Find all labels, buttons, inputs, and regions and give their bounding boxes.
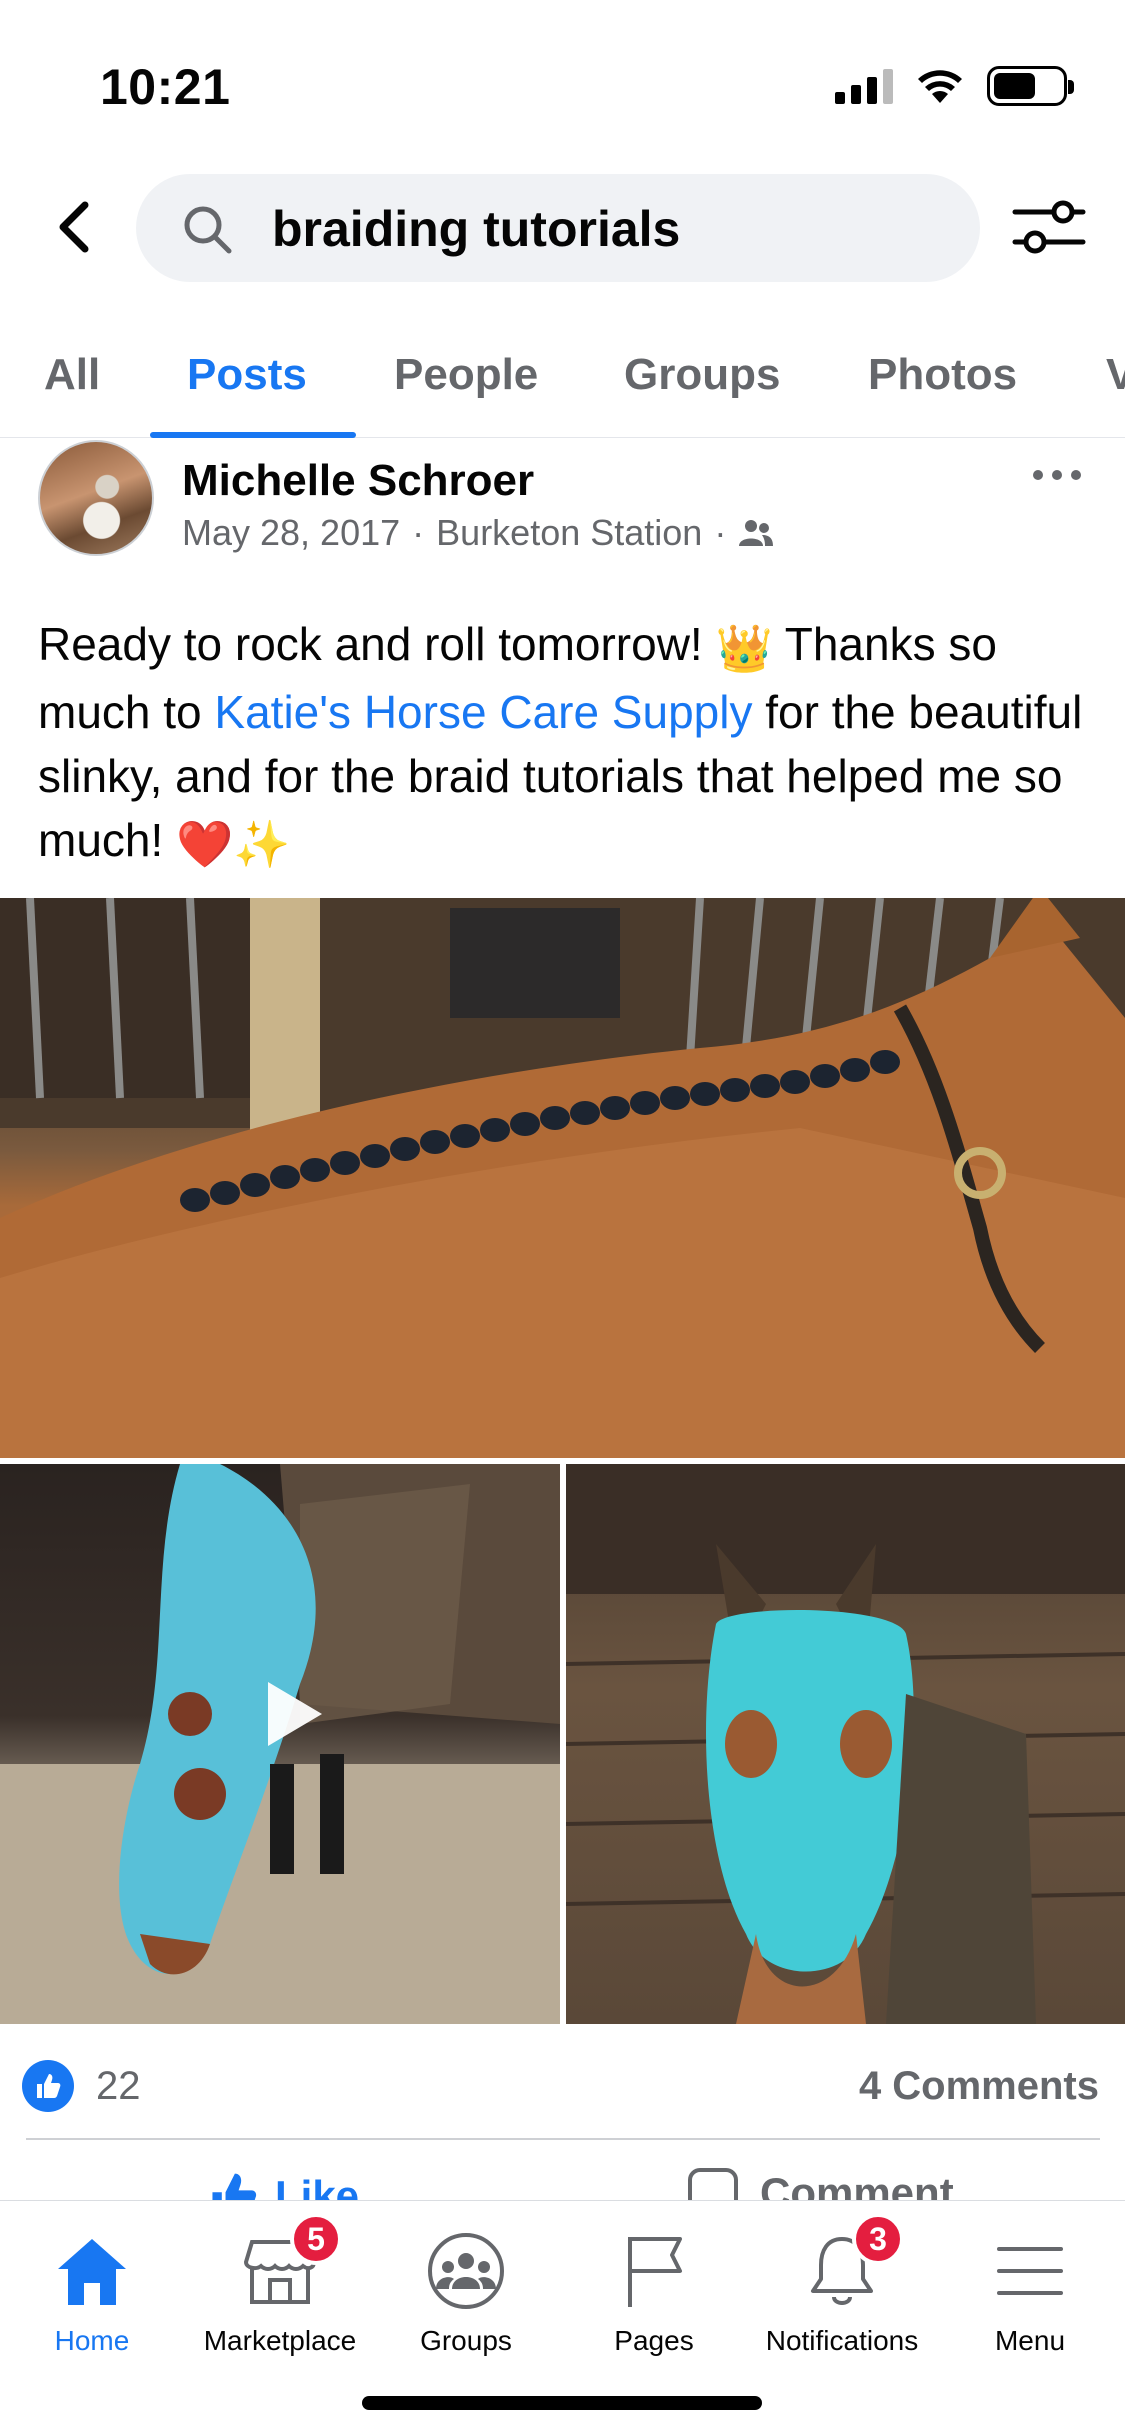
- tab-photos[interactable]: Photos: [868, 350, 1017, 400]
- like-count[interactable]: 22: [96, 2064, 141, 2109]
- nav-marketplace[interactable]: 5 Marketplace: [186, 2213, 374, 2381]
- nav-marketplace-label: Marketplace: [203, 2325, 357, 2356]
- nav-pages[interactable]: Pages: [560, 2231, 748, 2381]
- marketplace-icon: 5: [240, 2213, 342, 2311]
- divider: [26, 2138, 1100, 2140]
- like-reaction-icon: [22, 2060, 74, 2112]
- search-input[interactable]: braiding tutorials: [136, 174, 980, 282]
- reactions-row: 22 4 Comments: [0, 2040, 1125, 2130]
- filter-button[interactable]: [1009, 192, 1089, 262]
- braided-horse-illustration: [0, 898, 1125, 1458]
- thumbs-up-icon: [37, 2074, 61, 2098]
- crown-emoji: 👑: [715, 621, 773, 674]
- wifi-icon: [918, 70, 962, 103]
- more-options-button[interactable]: [1027, 460, 1087, 490]
- status-bar: 10:21: [0, 0, 1125, 150]
- search-icon: [184, 206, 232, 254]
- play-icon[interactable]: [240, 1664, 340, 1764]
- post-photo-braided-mane[interactable]: [0, 898, 1125, 1458]
- marketplace-badge: 5: [290, 2213, 342, 2265]
- tab-posts[interactable]: Posts: [187, 350, 307, 400]
- comments-count[interactable]: 4 Comments: [859, 2064, 1099, 2109]
- tab-all[interactable]: All: [44, 350, 100, 400]
- battery-icon: [987, 66, 1074, 106]
- nav-menu[interactable]: Menu: [936, 2231, 1124, 2381]
- post-meta: May 28, 2017 · Burketon Station ·: [182, 512, 774, 554]
- horse-mask-illustration: [566, 1464, 1125, 2024]
- tab-people[interactable]: People: [394, 350, 538, 400]
- search-tabs: All Posts People Groups Photos V: [0, 330, 1125, 438]
- post-header: Michelle Schroer May 28, 2017 · Burketon…: [0, 440, 1125, 570]
- page-link[interactable]: Katie's Horse Care Supply: [214, 686, 752, 738]
- post-video-thumbnail[interactable]: [0, 1464, 560, 2024]
- nav-groups-label: Groups: [420, 2325, 512, 2356]
- status-icons: [835, 66, 1074, 106]
- friends-audience-icon: [739, 520, 774, 546]
- chevron-left-icon: [59, 201, 89, 253]
- groups-icon: [426, 2231, 506, 2311]
- nav-home-label: Home: [54, 2325, 130, 2356]
- sliders-icon: [1012, 200, 1086, 254]
- tab-groups[interactable]: Groups: [624, 350, 780, 400]
- home-indicator[interactable]: [362, 2396, 762, 2410]
- post-text-part: Ready to rock and roll tomorrow!: [38, 618, 716, 670]
- nav-notifications[interactable]: 3 Notifications: [748, 2213, 936, 2381]
- nav-pages-label: Pages: [614, 2325, 694, 2356]
- status-time: 10:21: [100, 59, 231, 115]
- cellular-signal-icon: [835, 68, 893, 104]
- search-query: braiding tutorials: [272, 201, 681, 257]
- nav-menu-label: Menu: [994, 2325, 1066, 2356]
- active-tab-indicator: [150, 432, 356, 438]
- hamburger-icon: [990, 2231, 1070, 2311]
- meta-separator: ·: [714, 512, 727, 553]
- nav-groups[interactable]: Groups: [372, 2231, 560, 2381]
- author-name[interactable]: Michelle Schroer: [182, 456, 534, 506]
- bell-icon: 3: [802, 2213, 904, 2311]
- flag-icon: [614, 2231, 694, 2311]
- post-date[interactable]: May 28, 2017: [182, 512, 400, 554]
- tab-videos[interactable]: V: [1106, 350, 1125, 400]
- post-location[interactable]: Burketon Station: [436, 512, 702, 554]
- heart-emoji: ❤️: [176, 817, 234, 870]
- back-button[interactable]: [40, 192, 110, 262]
- nav-notifications-label: Notifications: [765, 2325, 919, 2356]
- avatar[interactable]: [38, 440, 154, 556]
- meta-separator: ·: [412, 512, 425, 553]
- notifications-badge: 3: [852, 2213, 904, 2265]
- home-icon: [52, 2231, 132, 2311]
- sparkles-emoji: ✨: [233, 817, 291, 870]
- search-header: braiding tutorials: [0, 170, 1125, 285]
- post-text: Ready to rock and roll tomorrow! 👑 Thank…: [38, 612, 1098, 876]
- post-photo-horse-mask[interactable]: [566, 1464, 1125, 2024]
- nav-home[interactable]: Home: [0, 2231, 186, 2381]
